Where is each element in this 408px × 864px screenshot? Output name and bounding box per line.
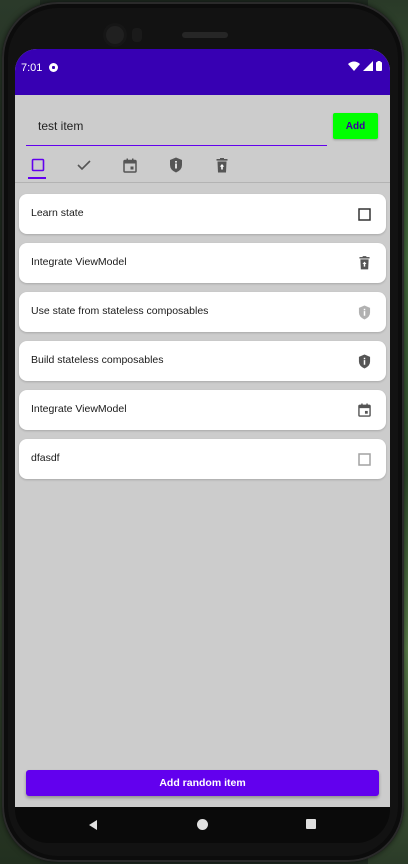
todo-item-label: Integrate ViewModel (31, 403, 127, 415)
trash-restore-icon (358, 256, 370, 270)
todo-input-value: test item (38, 119, 84, 133)
todo-item-label: Learn state (31, 207, 84, 219)
todo-item[interactable]: Integrate ViewModel (19, 390, 386, 430)
home-icon[interactable] (197, 819, 208, 830)
icon-option-done[interactable] (72, 153, 96, 177)
checkbox-outline-icon (357, 207, 371, 221)
todo-item-label: dfasdf (31, 452, 60, 464)
back-icon[interactable] (87, 819, 99, 831)
notification-icon (49, 63, 58, 72)
system-nav-bar (15, 807, 390, 843)
icon-option-default[interactable] (26, 153, 50, 179)
status-time: 7:01 (21, 62, 43, 74)
todo-input-bar: test item Add (15, 95, 390, 185)
header-divider (15, 182, 390, 183)
recent-apps-icon[interactable] (306, 819, 316, 829)
todo-item-label: Use state from stateless composables (31, 305, 209, 317)
shield-info-icon (170, 157, 182, 173)
icon-option-event[interactable] (118, 153, 142, 177)
todo-item[interactable]: Learn state (19, 194, 386, 234)
sensor (132, 28, 142, 42)
todo-item-label: Integrate ViewModel (31, 256, 127, 268)
todo-item-icon (356, 353, 372, 369)
status-bar: 7:01 (15, 49, 390, 95)
trash-restore-icon (216, 157, 228, 172)
todo-item[interactable]: Build stateless composables (19, 341, 386, 381)
icon-option-privacy[interactable] (164, 153, 188, 177)
todo-item[interactable]: Use state from stateless composables (19, 292, 386, 332)
wifi-icon (348, 61, 360, 71)
todo-item-icon (356, 402, 372, 418)
shield-info-icon (358, 305, 370, 319)
app-screen: 7:01 test item Add Learn state Integrate… (15, 49, 390, 807)
signal-icon (363, 61, 373, 71)
earpiece-speaker (182, 32, 228, 38)
front-camera (106, 26, 124, 44)
checkbox-outline-icon (31, 158, 45, 172)
icon-selector-row (26, 153, 256, 179)
todo-item[interactable]: Integrate ViewModel (19, 243, 386, 283)
checkbox-outline-icon (357, 452, 371, 466)
calendar-icon (123, 158, 137, 173)
icon-option-restore[interactable] (210, 153, 234, 177)
battery-icon (376, 61, 382, 71)
todo-item[interactable]: dfasdf (19, 439, 386, 479)
add-random-item-button[interactable]: Add random item (26, 770, 379, 796)
todo-item-label: Build stateless composables (31, 354, 164, 366)
shield-info-icon (358, 354, 370, 368)
todo-item-icon (356, 304, 372, 320)
todo-item-icon (356, 255, 372, 271)
todo-text-input[interactable]: test item (26, 105, 327, 146)
add-button[interactable]: Add (333, 113, 378, 139)
checkmark-icon (77, 160, 91, 171)
calendar-icon (357, 403, 371, 417)
status-icons (348, 61, 382, 71)
todo-item-icon (356, 206, 372, 222)
todo-item-icon (356, 451, 372, 467)
